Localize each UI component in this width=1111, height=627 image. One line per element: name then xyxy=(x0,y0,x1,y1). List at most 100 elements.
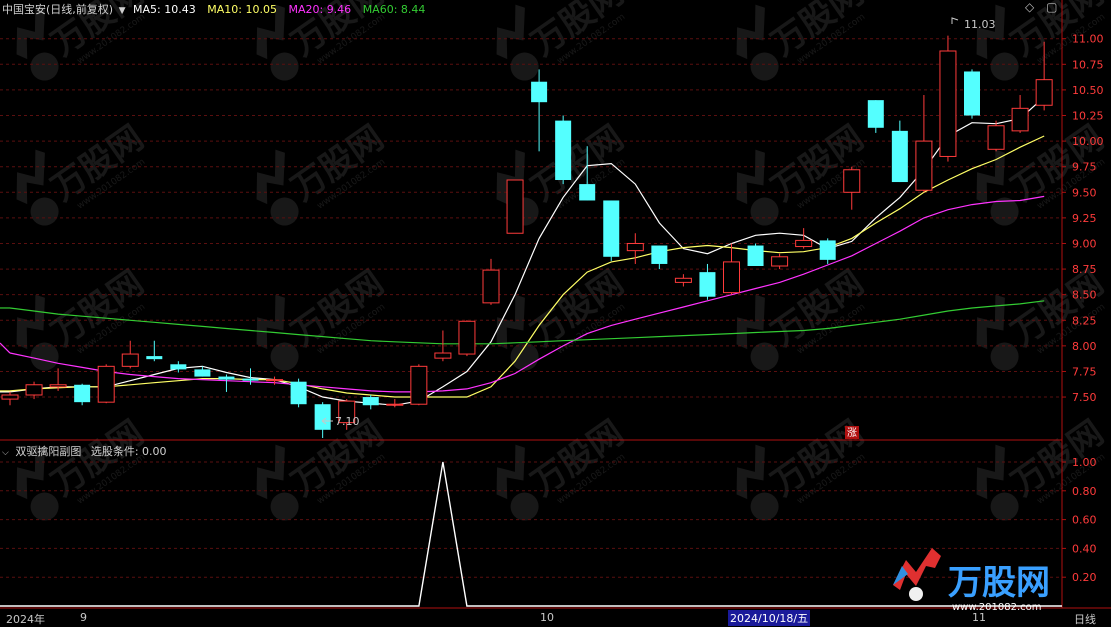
candle-body-up xyxy=(915,140,933,191)
candle[interactable] xyxy=(1011,95,1029,133)
month-10-label: 10 xyxy=(540,611,554,624)
candle-body-down xyxy=(891,130,908,183)
candle[interactable] xyxy=(1,391,19,406)
checkbox-icon[interactable]: ▢ xyxy=(1046,0,1057,14)
candlesticks[interactable] xyxy=(1,35,1053,438)
candle-body-up xyxy=(49,384,67,388)
watermark-logo: 万股网www.201082.com xyxy=(256,263,391,371)
crosshair-date-label: 2024/10/18/五 xyxy=(728,610,811,626)
indicator-tick-label: 0.20 xyxy=(1072,571,1097,584)
candle-body-down xyxy=(74,384,91,403)
candle[interactable] xyxy=(674,274,692,287)
candle[interactable] xyxy=(434,330,452,362)
brand-url: www.201082.com xyxy=(952,602,1042,613)
price-tick-label: 9.25 xyxy=(1072,212,1097,225)
candle[interactable] xyxy=(362,395,379,410)
price-tick-label: 8.25 xyxy=(1072,314,1097,327)
price-tick-label: 8.75 xyxy=(1072,263,1097,276)
candle[interactable] xyxy=(987,120,1005,152)
candle[interactable] xyxy=(747,243,764,266)
candle-body-down xyxy=(194,369,211,377)
price-tick-label: 11.00 xyxy=(1072,33,1104,46)
candle-body-down xyxy=(579,184,596,201)
condition-label: 选股条件: xyxy=(90,445,139,458)
indicator-name[interactable]: 双驱擒阳副图 xyxy=(15,445,81,458)
indicator-tick-label: 0.80 xyxy=(1072,485,1097,498)
limit-up-badge: 涨 xyxy=(845,426,859,439)
candle[interactable] xyxy=(964,69,980,119)
candle[interactable] xyxy=(699,263,716,300)
price-axis-ticks: 11.00 10.75 10.50 10.25 10.00 9.75 9.50 9.25 9.0… xyxy=(1062,33,1104,404)
candle[interactable] xyxy=(458,320,476,357)
candle[interactable] xyxy=(506,179,524,234)
high-marker: 11.03 xyxy=(951,17,996,31)
price-tick-label: 8.00 xyxy=(1072,340,1097,353)
candle[interactable] xyxy=(531,69,548,152)
ma60-label: MA60: xyxy=(362,3,398,16)
candle[interactable] xyxy=(939,35,957,162)
candle-body-up xyxy=(843,169,861,193)
candle[interactable] xyxy=(651,245,668,270)
ma5-value: 10.43 xyxy=(164,3,196,16)
condition-value: 0.00 xyxy=(142,445,167,458)
candle-body-up xyxy=(771,256,789,267)
candle[interactable] xyxy=(482,258,500,305)
stock-title[interactable]: 中国宝安(日线,前复权) xyxy=(2,3,113,16)
candle[interactable] xyxy=(603,200,620,261)
candle-body-up xyxy=(723,261,740,294)
candle-body-up xyxy=(1,394,19,400)
candle-body-up xyxy=(482,269,500,304)
candle[interactable] xyxy=(771,253,789,270)
candle[interactable] xyxy=(555,115,572,185)
candle[interactable] xyxy=(891,120,908,183)
candle-body-down xyxy=(290,381,307,405)
candle[interactable] xyxy=(410,364,428,406)
candle[interactable] xyxy=(723,243,740,295)
candle[interactable] xyxy=(843,166,861,210)
candle[interactable] xyxy=(218,374,235,392)
brand-logo: 万股网 www.201082.com xyxy=(893,548,1050,613)
price-tick-label: 9.50 xyxy=(1072,186,1097,199)
candle-body-up xyxy=(626,242,644,252)
candle-body-down xyxy=(242,378,259,381)
candle-body-up xyxy=(939,50,957,157)
stock-chart[interactable]: 万股网www.201082.com 万股网www.201082.com 万股网www… xyxy=(0,0,1111,625)
candle-body-down xyxy=(146,356,163,360)
limit-up-label: 涨 xyxy=(847,427,857,439)
watermark-logo: 万股网www.201082.com xyxy=(736,263,871,371)
candle[interactable] xyxy=(146,340,163,362)
price-tick-label: 7.75 xyxy=(1072,365,1097,378)
candle-body-up xyxy=(506,179,524,234)
candle[interactable] xyxy=(915,95,933,193)
ma20-label: MA20: xyxy=(288,3,324,16)
watermark-logo: 万股网www.201082.com xyxy=(736,0,871,81)
price-grid xyxy=(0,38,1062,398)
candle[interactable] xyxy=(290,378,307,408)
price-tick-label: 10.25 xyxy=(1072,110,1104,123)
candle[interactable] xyxy=(74,383,91,406)
ma-line-start xyxy=(0,342,11,354)
candle[interactable] xyxy=(25,381,43,400)
candle[interactable] xyxy=(386,399,404,408)
candle-body-down xyxy=(699,272,716,297)
candle-body-up xyxy=(458,320,476,355)
candle-body-up xyxy=(266,379,284,382)
candle-body-down xyxy=(819,240,836,260)
candle[interactable] xyxy=(97,364,115,404)
ma5-label: MA5: xyxy=(133,3,161,16)
chart-header: 中国宝安(日线,前复权) ▼ MA5: 10.43 MA10: 10.05 MA… xyxy=(2,1,425,17)
candle[interactable] xyxy=(867,100,884,133)
candle[interactable] xyxy=(121,340,139,369)
toolbar-right: ◇ ▢ xyxy=(1025,0,1057,14)
month-9-label: 9 xyxy=(80,611,87,624)
candle-body-down xyxy=(964,71,980,116)
candle[interactable] xyxy=(819,238,836,264)
brand-name: 万股网 xyxy=(948,563,1050,603)
price-tick-label: 9.00 xyxy=(1072,237,1097,250)
collapse-icon[interactable]: ⌵ xyxy=(2,448,9,458)
candle[interactable] xyxy=(170,361,187,373)
indicator-tick-label: 0.60 xyxy=(1072,514,1097,527)
candle-body-down xyxy=(747,245,764,266)
diamond-icon[interactable]: ◇ xyxy=(1025,0,1034,14)
dropdown-icon[interactable]: ▼ xyxy=(119,6,126,16)
